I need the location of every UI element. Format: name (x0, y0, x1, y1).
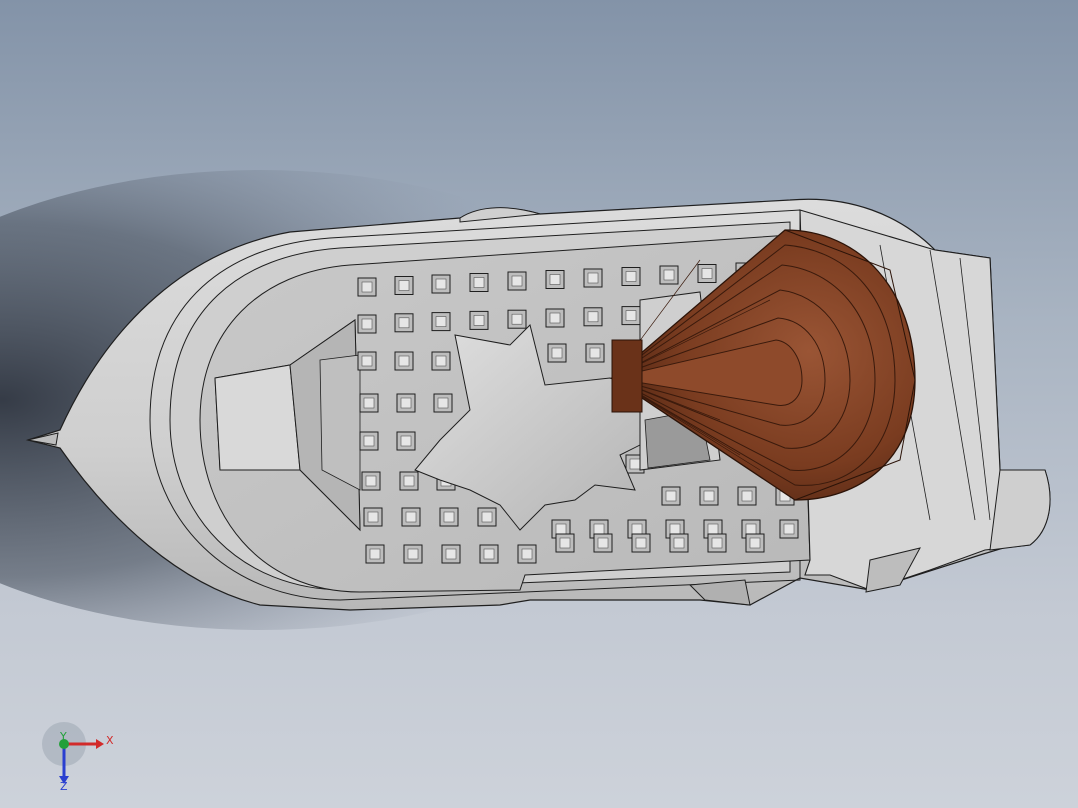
window-pane (407, 548, 419, 560)
window-pane (363, 397, 375, 409)
window-pane (745, 523, 757, 535)
window-pane (749, 537, 761, 549)
graphics-viewport[interactable]: X Y Z (0, 0, 1078, 808)
window-pane (435, 316, 447, 327)
window-pane (473, 277, 485, 288)
window-pane (400, 397, 412, 409)
window-pane (593, 523, 605, 535)
window-pane (398, 317, 410, 329)
window-pane (703, 490, 715, 502)
window-pane (405, 511, 417, 523)
window-pane (631, 523, 643, 535)
window-pane (587, 311, 599, 323)
window-pane (511, 275, 523, 287)
window-pane (625, 310, 637, 321)
window-pane (741, 490, 753, 502)
window-pane (559, 537, 571, 549)
window-pane (551, 347, 563, 359)
window-pane (701, 268, 713, 279)
window-pane (437, 397, 449, 409)
window-pane (473, 315, 485, 326)
window-pane (443, 511, 455, 523)
window-pane (555, 523, 567, 535)
window-pane (369, 548, 381, 560)
window-pane (587, 272, 599, 284)
window-pane (669, 523, 681, 535)
window-pane (549, 312, 561, 324)
window-pane (403, 475, 415, 487)
window-pane (673, 537, 685, 549)
window-pane (629, 458, 641, 470)
window-pane (783, 523, 795, 535)
window-pane (435, 355, 447, 367)
window-pane (589, 347, 601, 359)
stern-rudder (989, 469, 1051, 551)
window-pane (361, 318, 373, 330)
window-pane (361, 355, 373, 367)
window-pane (665, 490, 677, 502)
keel-fin-front (688, 579, 751, 606)
window-pane (511, 313, 523, 325)
window-pane (445, 548, 457, 560)
window-pane (365, 475, 377, 487)
window-pane (549, 274, 561, 285)
window-pane (521, 548, 533, 560)
window-pane (483, 548, 495, 560)
window-pane (711, 537, 723, 549)
window-pane (625, 271, 637, 282)
window-pane (361, 281, 373, 293)
window-pane (435, 278, 447, 290)
window-pane (663, 269, 675, 281)
window-pane (398, 280, 410, 291)
window-pane (481, 511, 493, 523)
window-pane (363, 435, 375, 447)
window-pane (707, 523, 719, 535)
window-pane (398, 355, 410, 367)
window-pane (367, 511, 379, 523)
cad-model-view[interactable] (0, 0, 1078, 808)
window-pane (635, 537, 647, 549)
window-pane (597, 537, 609, 549)
window-pane (400, 435, 412, 447)
